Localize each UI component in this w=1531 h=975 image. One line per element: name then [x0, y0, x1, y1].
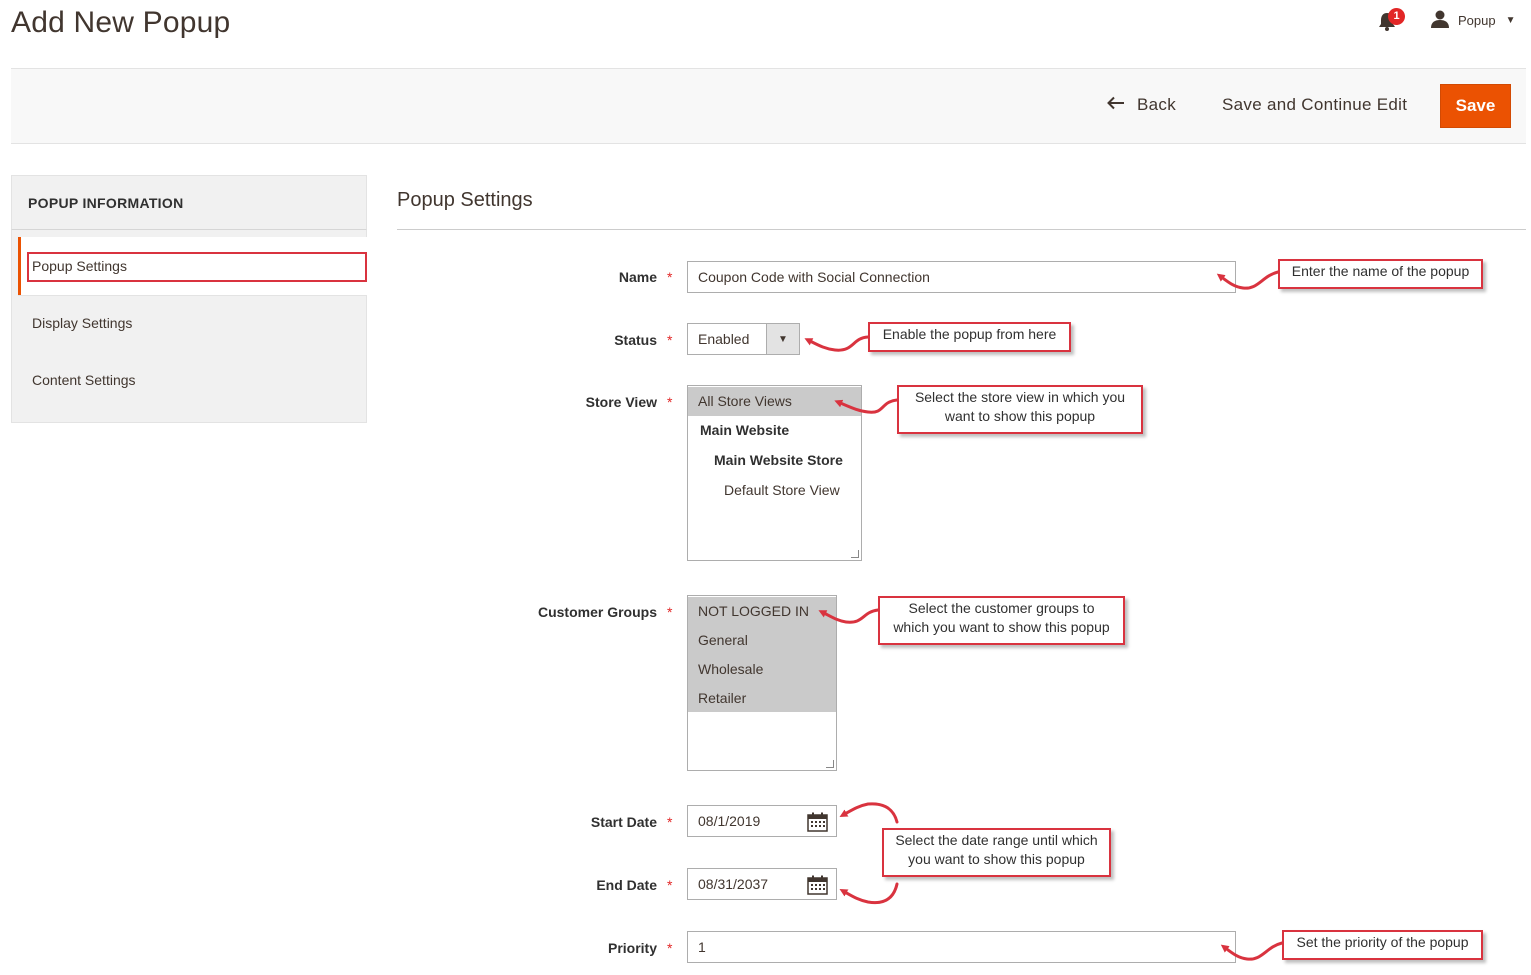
start-date-label: Start Date: [590, 814, 657, 830]
back-button[interactable]: Back: [1107, 95, 1176, 115]
required-mark: *: [667, 940, 673, 956]
annotation-callout-dates: Select the date range until which you wa…: [882, 828, 1111, 877]
priority-input-value: 1: [698, 939, 706, 955]
customer-group-option[interactable]: General: [688, 626, 836, 655]
sidebar-heading: POPUP INFORMATION: [11, 175, 367, 230]
arrow-left-icon: [1107, 95, 1125, 115]
section-title: Popup Settings: [397, 189, 533, 211]
required-mark: *: [667, 332, 673, 348]
required-mark: *: [667, 877, 673, 893]
save-and-continue-button[interactable]: Save and Continue Edit: [1222, 95, 1407, 115]
resize-handle[interactable]: [851, 550, 859, 558]
start-date-input[interactable]: 08/1/2019: [687, 805, 837, 837]
annotation-text: Select the date range until which: [895, 832, 1098, 848]
annotation-callout-store-view: Select the store view in which you want …: [897, 385, 1143, 434]
annotation-text: Select the customer groups to: [908, 600, 1095, 616]
back-button-label: Back: [1137, 95, 1176, 114]
name-input[interactable]: Coupon Code with Social Connection: [687, 261, 1236, 293]
start-date-value: 08/1/2019: [698, 813, 761, 829]
status-select[interactable]: Enabled ▼: [687, 323, 800, 355]
customer-group-option[interactable]: Retailer: [688, 684, 836, 712]
end-date-value: 08/31/2037: [698, 876, 769, 892]
status-select-value: Enabled: [698, 331, 750, 347]
annotation-text: Select the store view in which you: [914, 389, 1126, 405]
annotation-text: which you want to show this popup: [893, 619, 1110, 635]
sidebar-item-label: Popup Settings: [32, 258, 127, 274]
priority-label: Priority: [607, 940, 657, 956]
annotation-text: you want to show this popup: [908, 851, 1085, 867]
store-view-multiselect[interactable]: All Store Views Main Website Main Websit…: [687, 385, 862, 561]
sidebar-item-display-settings[interactable]: Display Settings: [32, 315, 132, 331]
sidebar-divider: [18, 295, 367, 296]
customer-group-option[interactable]: NOT LOGGED IN: [688, 597, 836, 626]
required-mark: *: [667, 814, 673, 830]
user-menu[interactable]: Popup ▼: [1430, 8, 1516, 32]
notification-count-badge: 1: [1388, 8, 1405, 25]
calendar-icon[interactable]: [807, 812, 828, 832]
store-view-group: Main Website Store: [714, 452, 843, 468]
chevron-down-icon: ▼: [766, 324, 799, 354]
annotation-callout-name: Enter the name of the popup: [1278, 259, 1483, 289]
end-date-input[interactable]: 08/31/2037: [687, 868, 837, 900]
name-label: Name: [618, 269, 657, 285]
status-label: Status: [614, 332, 657, 348]
end-date-label: End Date: [596, 877, 657, 893]
customer-groups-multiselect[interactable]: NOT LOGGED IN General Wholesale Retailer: [687, 595, 837, 771]
store-view-option[interactable]: Default Store View: [688, 476, 861, 505]
user-name: Popup: [1458, 12, 1496, 28]
store-view-label: Store View: [585, 394, 657, 410]
save-button[interactable]: Save: [1440, 84, 1511, 128]
name-input-value: Coupon Code with Social Connection: [698, 269, 930, 285]
store-view-group: Main Website: [700, 422, 790, 438]
calendar-icon[interactable]: [807, 875, 828, 895]
sidebar-item-content-settings[interactable]: Content Settings: [32, 372, 136, 388]
section-divider: [397, 229, 1526, 230]
page-title: Add New Popup: [11, 6, 231, 39]
chevron-down-icon: ▼: [1505, 14, 1516, 26]
annotation-callout-customer-groups: Select the customer groups to which you …: [878, 596, 1125, 645]
user-icon: [1430, 9, 1450, 32]
annotation-callout-priority: Set the priority of the popup: [1282, 930, 1483, 960]
resize-handle[interactable]: [826, 760, 834, 768]
annotation-text: want to show this popup: [944, 408, 1096, 424]
required-mark: *: [667, 394, 673, 410]
required-mark: *: [667, 604, 673, 620]
annotation-callout-status: Enable the popup from here: [868, 322, 1071, 352]
store-view-option[interactable]: All Store Views: [688, 387, 861, 416]
priority-input[interactable]: 1: [687, 931, 1236, 963]
customer-group-option[interactable]: Wholesale: [688, 655, 836, 684]
required-mark: *: [667, 269, 673, 285]
customer-groups-label: Customer Groups: [537, 604, 657, 620]
